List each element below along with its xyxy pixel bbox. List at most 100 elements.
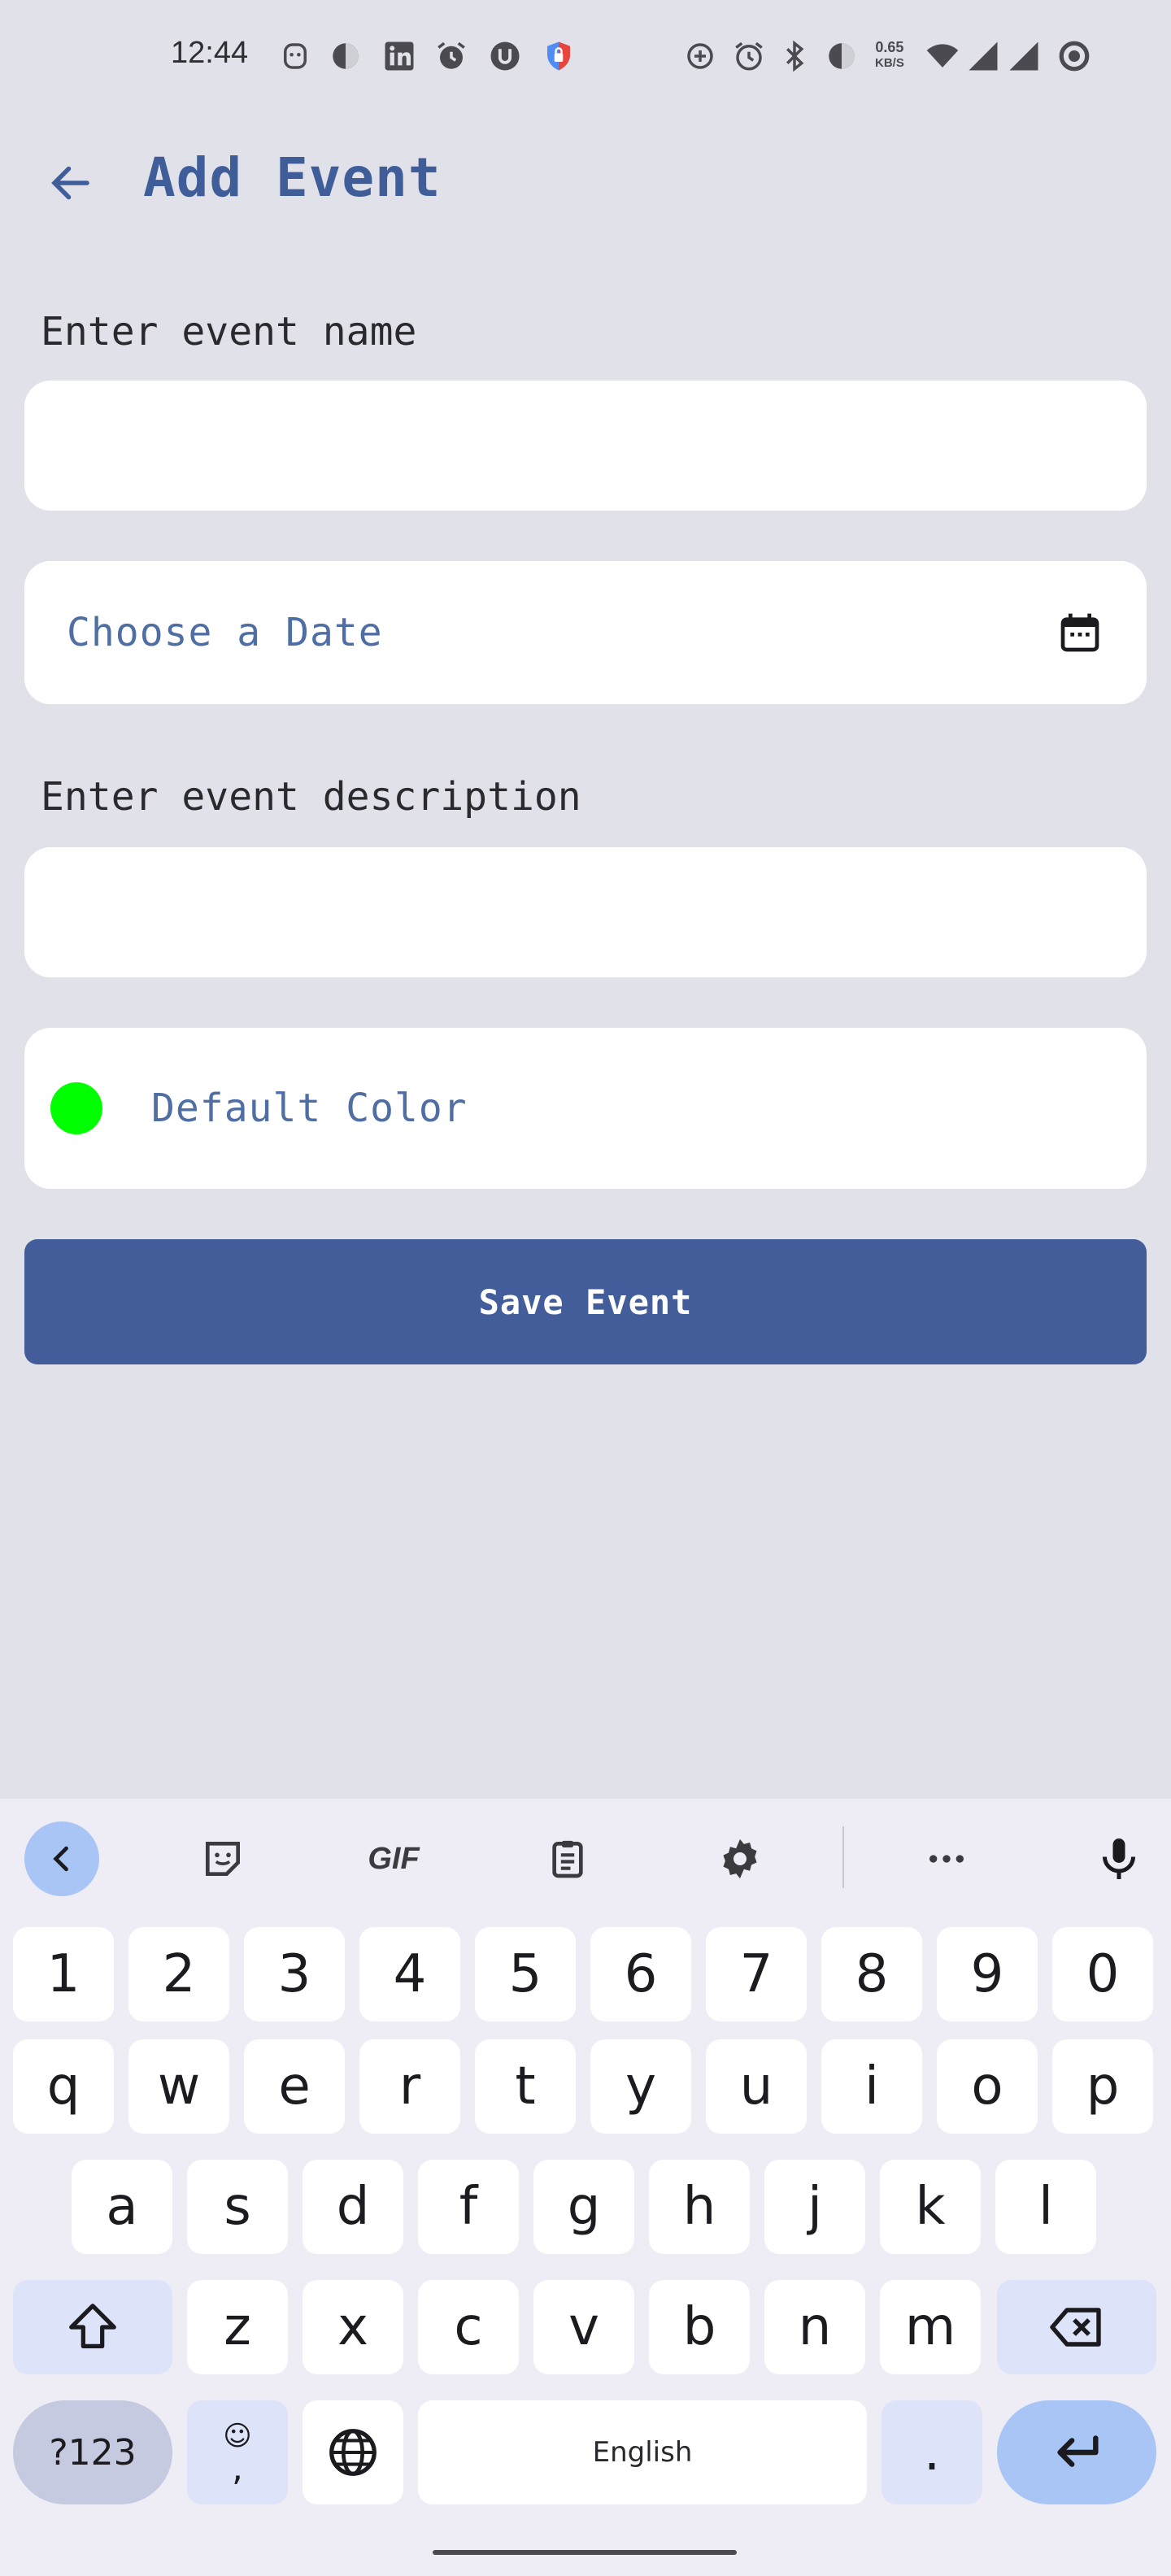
key-j[interactable]: j	[764, 2160, 865, 2254]
key-d[interactable]: d	[303, 2160, 403, 2254]
enter-icon	[1057, 2435, 1099, 2467]
key-l[interactable]: l	[995, 2160, 1096, 2254]
key-1[interactable]: 1	[13, 1927, 114, 2021]
status-bar: 12:44 0.65 KB/S	[0, 0, 1171, 114]
key-3[interactable]: 3	[244, 1927, 345, 2021]
key-0[interactable]: 0	[1052, 1927, 1153, 2021]
date-picker-field[interactable]: Choose a Date	[24, 561, 1147, 704]
clipboard-button[interactable]	[530, 1821, 605, 1896]
app-bar: Add Event	[0, 130, 1171, 228]
color-swatch	[50, 1082, 102, 1134]
page-title: Add Event	[143, 146, 442, 209]
key-9[interactable]: 9	[937, 1927, 1038, 2021]
toolbar-divider	[842, 1826, 844, 1888]
key-s[interactable]: s	[187, 2160, 288, 2254]
net-speed: 0.65 KB/S	[875, 39, 904, 70]
symbols-key[interactable]: ?123	[13, 2400, 172, 2504]
signal-icon	[1007, 39, 1041, 73]
event-description-label: Enter event description	[41, 774, 581, 820]
settings-button[interactable]	[703, 1821, 777, 1896]
sticker-icon	[206, 1842, 240, 1876]
key-2[interactable]: 2	[128, 1927, 229, 2021]
key-b[interactable]: b	[649, 2280, 750, 2374]
key-a[interactable]: a	[72, 2160, 172, 2254]
shield-icon	[542, 39, 576, 73]
mic-icon	[1103, 1838, 1135, 1879]
key-6[interactable]: 6	[590, 1927, 691, 2021]
keyboard-toolbar: GIF	[0, 1799, 1171, 1912]
back-button[interactable]	[36, 148, 106, 218]
shift-icon	[69, 2304, 116, 2348]
voice-input-button[interactable]	[1082, 1821, 1156, 1896]
wifi-icon	[922, 39, 963, 73]
status-time: 12:44	[171, 36, 249, 70]
key-o[interactable]: o	[937, 2039, 1038, 2134]
alarm-icon	[732, 39, 766, 73]
signal-icon	[966, 39, 1000, 73]
key-t[interactable]: t	[475, 2039, 576, 2134]
key-7[interactable]: 7	[706, 1927, 807, 2021]
color-picker-field[interactable]: Default Color	[24, 1028, 1147, 1189]
key-n[interactable]: n	[764, 2280, 865, 2374]
key-m[interactable]: m	[880, 2280, 981, 2374]
color-label: Default Color	[151, 1086, 468, 1131]
key-4[interactable]: 4	[359, 1927, 460, 2021]
collapse-toolbar-button[interactable]	[24, 1821, 99, 1896]
arrow-back-icon	[51, 166, 89, 200]
backspace-key[interactable]	[997, 2280, 1156, 2374]
event-name-input[interactable]	[24, 381, 1147, 511]
event-description-field[interactable]	[24, 847, 1147, 977]
gear-icon	[723, 1838, 757, 1879]
keyboard: GIF 1 2 3 4 5 6 7 8 9 0 q w e r t y u i …	[0, 1799, 1171, 2576]
bluetooth-icon	[777, 39, 812, 73]
key-e[interactable]: e	[244, 2039, 345, 2134]
key-x[interactable]: x	[303, 2280, 403, 2374]
vpn-icon	[329, 39, 363, 73]
backspace-icon	[1050, 2308, 1101, 2347]
gif-button[interactable]: GIF	[356, 1821, 431, 1896]
shift-key[interactable]	[13, 2280, 172, 2374]
key-k[interactable]: k	[880, 2160, 981, 2254]
globe-icon	[329, 2429, 377, 2476]
key-u[interactable]: u	[706, 2039, 807, 2134]
alarm-icon	[434, 39, 468, 73]
comma-emoji-key[interactable]: ☺ ,	[187, 2400, 288, 2504]
key-w[interactable]: w	[128, 2039, 229, 2134]
space-key[interactable]: English	[418, 2400, 867, 2504]
enter-key[interactable]	[997, 2400, 1156, 2504]
key-c[interactable]: c	[418, 2280, 519, 2374]
comma-label: ,	[232, 2448, 243, 2489]
key-h[interactable]: h	[649, 2160, 750, 2254]
gif-label: GIF	[368, 1841, 420, 1876]
u-app-icon	[488, 39, 522, 73]
key-g[interactable]: g	[533, 2160, 634, 2254]
key-z[interactable]: z	[187, 2280, 288, 2374]
chevron-left-icon	[53, 1846, 68, 1872]
ring-icon	[1057, 39, 1091, 73]
key-r[interactable]: r	[359, 2039, 460, 2134]
event-name-label: Enter event name	[41, 309, 417, 355]
key-f[interactable]: f	[418, 2160, 519, 2254]
language-key[interactable]	[303, 2400, 403, 2504]
key-q[interactable]: q	[13, 2039, 114, 2134]
face-icon	[278, 39, 312, 73]
date-placeholder: Choose a Date	[67, 610, 383, 655]
key-i[interactable]: i	[821, 2039, 922, 2134]
key-y[interactable]: y	[590, 2039, 691, 2134]
more-icon	[929, 1855, 964, 1863]
more-button[interactable]	[909, 1821, 984, 1896]
sticker-button[interactable]	[185, 1821, 260, 1896]
gesture-nav-handle[interactable]	[433, 2550, 737, 2555]
event-name-field[interactable]	[24, 381, 1147, 511]
key-p[interactable]: p	[1052, 2039, 1153, 2134]
key-5[interactable]: 5	[475, 1927, 576, 2021]
key-8[interactable]: 8	[821, 1927, 922, 2021]
clipboard-icon	[552, 1840, 583, 1878]
save-event-button[interactable]: Save Event	[24, 1239, 1147, 1364]
period-key[interactable]: .	[882, 2400, 982, 2504]
vpn-icon	[825, 39, 859, 73]
data-saver-icon	[683, 39, 717, 73]
calendar-icon[interactable]	[1057, 610, 1103, 655]
key-v[interactable]: v	[533, 2280, 634, 2374]
event-description-input[interactable]	[24, 847, 1147, 977]
